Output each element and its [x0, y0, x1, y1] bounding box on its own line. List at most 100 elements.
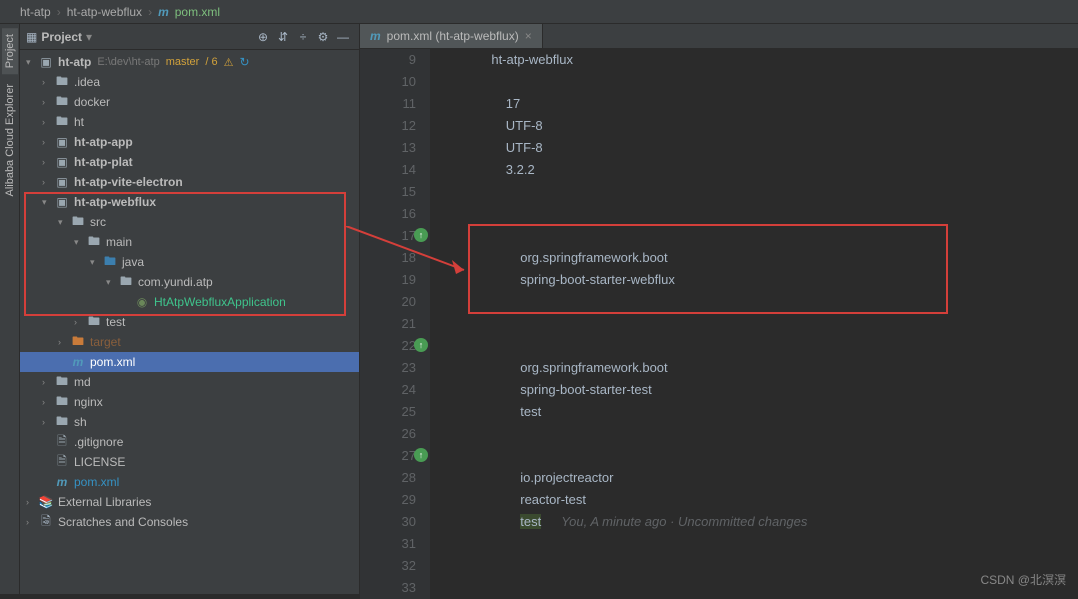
- module-icon: ▣: [54, 175, 70, 189]
- chevron-right-icon[interactable]: ›: [42, 417, 54, 427]
- tree-folder-test[interactable]: ›🖿test: [20, 312, 359, 332]
- package-icon: 🖿: [118, 272, 134, 293]
- breadcrumb: ht-atp › ht-atp-webflux › m pom.xml: [0, 0, 1078, 24]
- file-icon: 🗎: [54, 452, 70, 473]
- tree-file-gitignore[interactable]: 🗎.gitignore: [20, 432, 359, 452]
- tree-label: LICENSE: [74, 455, 125, 469]
- breadcrumb-sep: ›: [148, 5, 152, 19]
- chevron-down-icon[interactable]: ▾: [26, 57, 38, 68]
- tree-file-pom-root[interactable]: m pom.xml: [20, 472, 359, 492]
- tree-file-license[interactable]: 🗎 LICENSE: [20, 452, 359, 472]
- tree-label: ht-atp-webflux: [74, 195, 156, 209]
- project-icon: ▣: [38, 55, 54, 69]
- tree-folder-nginx[interactable]: ›🖿 nginx: [20, 392, 359, 412]
- chevron-down-icon[interactable]: ▾: [106, 277, 118, 288]
- tree-file-pom-webflux[interactable]: mpom.xml: [20, 352, 359, 372]
- tree-module-app[interactable]: ›▣ ht-atp-app: [20, 132, 359, 152]
- tree-module-plat[interactable]: ›▣ht-atp-plat: [20, 152, 359, 172]
- tree-folder-target[interactable]: ›🖿target: [20, 332, 359, 352]
- maven-icon: m: [158, 5, 169, 19]
- module-icon: ▣: [54, 135, 70, 149]
- tree-folder-src[interactable]: ▾🖿src: [20, 212, 359, 232]
- project-panel: ▦ Project ▾ ⊕ ⇵ ÷ ⚙ — ▾ ▣ ht-atp E:\dev\…: [20, 24, 360, 594]
- editor-tab[interactable]: m pom.xml (ht-atp-webflux) ×: [360, 24, 543, 48]
- tree-label: ht-atp-app: [74, 135, 133, 149]
- project-tool-tab[interactable]: Project: [2, 28, 18, 74]
- tree-label: Scratches and Consoles: [58, 515, 188, 529]
- chevron-right-icon[interactable]: ›: [42, 77, 54, 87]
- tree-label: ht-atp-plat: [74, 155, 133, 169]
- tree-label: sh: [74, 415, 87, 429]
- vcs-changes: / 6: [205, 56, 217, 68]
- chevron-right-icon[interactable]: ›: [26, 517, 38, 527]
- alibaba-cloud-explorer-tab[interactable]: Alibaba Cloud Explorer: [2, 78, 18, 203]
- chevron-right-icon[interactable]: ›: [42, 397, 54, 407]
- folder-icon: 🖿: [54, 72, 70, 93]
- vcs-branch: master: [166, 56, 200, 68]
- chevron-down-icon[interactable]: ▾: [74, 237, 86, 248]
- dropdown-icon[interactable]: ▾: [86, 30, 92, 44]
- folder-icon: 🖿: [54, 372, 70, 393]
- project-tree[interactable]: ▾ ▣ ht-atp E:\dev\ht-atp master / 6 ⚠ ↻ …: [20, 50, 359, 594]
- tree-package[interactable]: ▾🖿com.yundi.atp: [20, 272, 359, 292]
- breadcrumb-seg[interactable]: ht-atp: [20, 5, 51, 19]
- module-icon: ▣: [54, 195, 70, 209]
- code-editor[interactable]: 91011121314151617↑1819202122↑2324252627↑…: [360, 49, 1078, 599]
- chevron-right-icon[interactable]: ›: [74, 317, 86, 327]
- tree-folder-docker[interactable]: ›🖿docker: [20, 92, 359, 112]
- code-content[interactable]: ht-atp-webflux 17 UTF-8 UTF-8 3.2.2 org.…: [430, 49, 1078, 599]
- libraries-icon: 📚: [38, 495, 54, 509]
- chevron-right-icon[interactable]: ›: [42, 137, 54, 147]
- panel-title[interactable]: Project: [41, 30, 82, 44]
- tree-folder-md[interactable]: ›🖿md: [20, 372, 359, 392]
- tree-label: ht-atp-vite-electron: [74, 175, 183, 189]
- expand-all-icon[interactable]: ⇵: [273, 30, 293, 44]
- target-icon: 🖿: [70, 332, 86, 353]
- maven-icon: m: [54, 475, 70, 489]
- tree-label: java: [122, 255, 144, 269]
- tree-class[interactable]: ◉HtAtpWebfluxApplication: [20, 292, 359, 312]
- chevron-right-icon[interactable]: ›: [42, 97, 54, 107]
- file-icon: 🗎: [54, 432, 70, 453]
- tree-folder-java[interactable]: ▾🖿java: [20, 252, 359, 272]
- hide-icon[interactable]: —: [333, 30, 353, 44]
- chevron-down-icon[interactable]: ▾: [90, 257, 102, 268]
- breadcrumb-seg[interactable]: ht-atp-webflux: [67, 5, 142, 19]
- tree-folder-main[interactable]: ▾🖿main: [20, 232, 359, 252]
- chevron-down-icon[interactable]: ▾: [42, 197, 54, 208]
- folder-icon: 🖿: [54, 112, 70, 133]
- warning-icon: ⚠: [224, 56, 234, 69]
- watermark: CSDN @北溟溟: [980, 571, 1066, 588]
- tree-label: main: [106, 235, 132, 249]
- editor-tabbar: m pom.xml (ht-atp-webflux) ×: [360, 24, 1078, 49]
- refresh-icon[interactable]: ↻: [239, 55, 249, 69]
- folder-icon: 🖿: [54, 392, 70, 413]
- tree-label: nginx: [74, 395, 103, 409]
- tree-module-vite[interactable]: ›▣ ht-atp-vite-electron: [20, 172, 359, 192]
- chevron-right-icon[interactable]: ›: [42, 177, 54, 187]
- tree-project-root[interactable]: ▾ ▣ ht-atp E:\dev\ht-atp master / 6 ⚠ ↻: [20, 52, 359, 72]
- chevron-right-icon[interactable]: ›: [42, 117, 54, 127]
- tree-folder-sh[interactable]: ›🖿sh: [20, 412, 359, 432]
- tree-external-libraries[interactable]: ›📚 External Libraries: [20, 492, 359, 512]
- collapse-all-icon[interactable]: ÷: [293, 30, 313, 44]
- close-icon[interactable]: ×: [525, 29, 532, 43]
- tree-module-webflux[interactable]: ▾▣ ht-atp-webflux: [20, 192, 359, 212]
- select-opened-icon[interactable]: ⊕: [253, 30, 273, 44]
- tree-scratches[interactable]: ›🗟Scratches and Consoles: [20, 512, 359, 532]
- chevron-right-icon[interactable]: ›: [58, 337, 70, 347]
- chevron-right-icon[interactable]: ›: [26, 497, 38, 507]
- tree-label: ht: [74, 115, 84, 129]
- settings-icon[interactable]: ⚙: [313, 30, 333, 44]
- tree-label: HtAtpWebfluxApplication: [154, 295, 286, 309]
- chevron-right-icon[interactable]: ›: [42, 377, 54, 387]
- tree-label: External Libraries: [58, 495, 151, 509]
- breadcrumb-file[interactable]: pom.xml: [175, 5, 220, 19]
- tree-path: E:\dev\ht-atp: [97, 56, 159, 68]
- chevron-down-icon[interactable]: ▾: [58, 217, 70, 228]
- tree-folder-ht[interactable]: ›🖿 ht: [20, 112, 359, 132]
- folder-icon: 🖿: [54, 92, 70, 113]
- tree-folder-idea[interactable]: ›🖿.idea: [20, 72, 359, 92]
- chevron-right-icon[interactable]: ›: [42, 157, 54, 167]
- tree-label: pom.xml: [74, 475, 119, 489]
